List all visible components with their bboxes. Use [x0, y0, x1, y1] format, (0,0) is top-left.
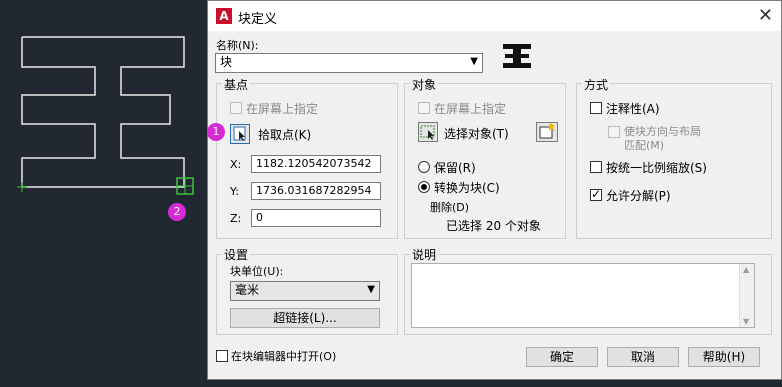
convert-to-block-label: 转换为块(C)	[434, 181, 500, 195]
help-button[interactable]: 帮助(H)	[688, 347, 760, 367]
convert-to-block-radio[interactable]	[418, 181, 430, 193]
retain-radio[interactable]	[418, 161, 430, 173]
annotative-label: 注释性(A)	[606, 102, 660, 116]
dialog-title: 块定义	[238, 12, 278, 27]
block-definition-dialog: A 块定义 ✕ 名称(N): 块 ▼ 基点 在屏幕上指定 拾取点(K) X: 1…	[207, 0, 782, 380]
y-label: Y:	[230, 185, 239, 198]
match-orientation-label-2: 匹配(M)	[624, 139, 665, 152]
base-specify-on-screen-checkbox[interactable]	[230, 102, 242, 114]
close-icon[interactable]: ✕	[758, 5, 773, 26]
scale-uniformly-checkbox[interactable]	[590, 161, 602, 173]
scroll-up-icon[interactable]: ▲	[743, 265, 749, 274]
block-preview-icon	[503, 44, 531, 68]
settings-title: 设置	[222, 246, 251, 263]
open-in-editor-label: 在块编辑器中打开(O)	[231, 350, 337, 363]
marker-1: 1	[207, 123, 225, 141]
base-specify-on-screen-label: 在屏幕上指定	[246, 102, 319, 116]
name-combobox[interactable]: 块 ▼	[215, 53, 483, 73]
drawing-geometry	[17, 36, 194, 195]
block-unit-select[interactable]: 毫米 ▼	[230, 281, 380, 301]
select-objects-button[interactable]	[418, 122, 438, 142]
objects-specify-on-screen-label: 在屏幕上指定	[434, 102, 507, 116]
scrollbar[interactable]: ▲ ▼	[739, 264, 754, 327]
objects-specify-on-screen-checkbox[interactable]	[418, 102, 430, 114]
block-shape-outline	[21, 36, 185, 188]
scroll-down-icon[interactable]: ▼	[743, 317, 749, 326]
block-unit-label: 块单位(U):	[230, 265, 284, 278]
z-input[interactable]: 0	[251, 209, 381, 227]
objects-title: 对象	[410, 76, 439, 93]
behavior-title: 方式	[582, 76, 611, 93]
cad-drawing-area[interactable]	[0, 0, 210, 384]
cancel-button[interactable]: 取消	[607, 347, 679, 367]
pick-point-button[interactable]	[230, 124, 250, 144]
allow-exploding-label: 允许分解(P)	[606, 189, 671, 203]
retain-label: 保留(R)	[434, 161, 476, 175]
delete-label: 删除(D)	[430, 201, 470, 214]
pick-point-label: 拾取点(K)	[258, 128, 312, 142]
select-objects-icon	[420, 125, 435, 140]
pick-point-icon	[233, 126, 246, 141]
match-orientation-checkbox[interactable]	[608, 126, 620, 138]
z-label: Z:	[230, 212, 242, 225]
hyperlink-button[interactable]: 超链接(L)...	[230, 308, 380, 328]
title-bar: A 块定义 ✕	[208, 1, 781, 31]
block-unit-value: 毫米	[235, 283, 260, 297]
quick-select-icon	[539, 123, 555, 139]
description-textarea[interactable]: ▲ ▼	[411, 263, 755, 328]
y-input[interactable]: 1736.031687282954	[251, 182, 381, 200]
x-label: X:	[230, 158, 242, 171]
x-input[interactable]: 1182.120542073542	[251, 155, 381, 173]
chevron-down-icon: ▼	[470, 56, 478, 67]
chevron-down-icon: ▼	[367, 284, 375, 295]
marker-2: 2	[168, 203, 186, 221]
ok-button[interactable]: 确定	[526, 347, 598, 367]
name-label: 名称(N):	[216, 39, 259, 52]
quick-select-button[interactable]	[536, 122, 558, 142]
select-objects-label: 选择对象(T)	[444, 127, 509, 141]
scale-uniformly-label: 按统一比例缩放(S)	[606, 161, 707, 175]
annotative-checkbox[interactable]	[590, 102, 602, 114]
name-value: 块	[220, 55, 233, 69]
description-title: 说明	[410, 246, 439, 263]
base-point-title: 基点	[222, 76, 251, 93]
autocad-logo-icon: A	[216, 8, 232, 24]
open-in-editor-checkbox[interactable]	[216, 350, 228, 362]
selected-count: 已选择 20 个对象	[446, 219, 541, 233]
allow-exploding-checkbox[interactable]	[590, 187, 602, 201]
